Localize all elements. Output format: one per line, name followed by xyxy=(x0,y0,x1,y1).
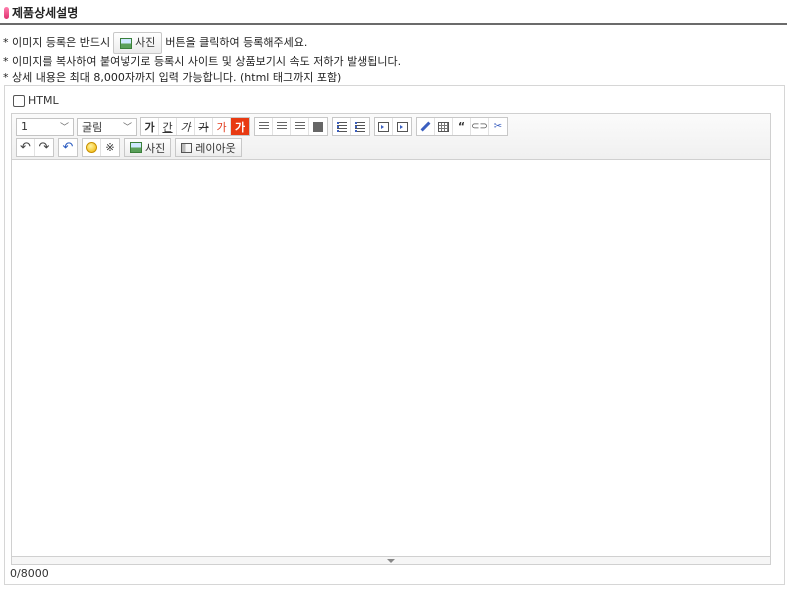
page-title: 제품상세설명 xyxy=(12,6,79,20)
chevron-down-icon: ﹀ xyxy=(59,123,69,133)
bullet-list-button[interactable] xyxy=(351,118,369,135)
align-justify-icon xyxy=(313,121,323,132)
title-divider xyxy=(0,23,787,25)
underline-button[interactable]: 간 xyxy=(159,118,177,135)
font-family-value: 굴림 xyxy=(82,120,103,134)
editor-frame: HTML 1 ﹀ 굴림 ﹀ 가 간 가 가 가 가 “ ⊂⊃ ✂ ↶ ↷ ↶ ※… xyxy=(4,85,785,585)
align-justify-button[interactable] xyxy=(309,118,327,135)
font-size-select[interactable]: 1 ﹀ xyxy=(16,117,74,136)
reset-button[interactable]: ↶ xyxy=(59,139,77,156)
notice-text-before: * 이미지 등록은 반드시 xyxy=(3,36,111,49)
symbol-group: ※ xyxy=(82,138,120,157)
link-icon: ⊂⊃ xyxy=(471,121,488,132)
indent-button[interactable] xyxy=(393,118,411,135)
layout-button-label: 레이아웃 xyxy=(195,141,236,155)
link-button[interactable]: ⊂⊃ xyxy=(471,118,489,135)
html-mode-toggle[interactable]: HTML xyxy=(13,94,59,107)
table-button[interactable] xyxy=(435,118,453,135)
section-header: 제품상세설명 xyxy=(4,4,78,21)
align-right-button[interactable] xyxy=(291,118,309,135)
unlink-button[interactable]: ✂ xyxy=(489,118,507,135)
photo-button[interactable]: 사진 xyxy=(124,138,172,157)
notice-line-3: * 상세 내용은 최대 8,000자까지 입력 가능합니다. (html 태그까… xyxy=(3,71,342,84)
character-counter: 0/8000 xyxy=(10,567,49,580)
align-center-button[interactable] xyxy=(273,118,291,135)
indent-icon xyxy=(396,121,408,132)
pen-icon xyxy=(420,121,431,132)
align-right-icon xyxy=(294,122,305,131)
html-checkbox[interactable] xyxy=(13,94,25,107)
emoticon-icon xyxy=(86,142,97,153)
notice-line-2: * 이미지를 복사하여 붙여넣기로 등록시 사이트 및 상품보기시 속도 저하가… xyxy=(3,55,402,68)
align-center-icon xyxy=(276,122,287,131)
bold-button[interactable]: 가 xyxy=(141,118,159,135)
notice-line-1: * 이미지 등록은 반드시 사진 버튼을 클릭하여 등록해주세요. xyxy=(3,32,401,54)
list-group xyxy=(332,117,370,136)
redo-button[interactable]: ↷ xyxy=(35,139,53,156)
redo-icon: ↷ xyxy=(38,140,50,155)
align-group xyxy=(254,117,328,136)
reset-icon: ↶ xyxy=(62,140,74,155)
strikethrough-button[interactable]: 가 xyxy=(195,118,213,135)
emoticon-button[interactable] xyxy=(83,139,101,156)
layout-icon xyxy=(181,142,193,153)
indent-group xyxy=(374,117,412,136)
notice-photo-label: 사진 xyxy=(135,36,156,49)
italic-button[interactable]: 가 xyxy=(177,118,195,135)
undo-button[interactable]: ↶ xyxy=(17,139,35,156)
toolbar-row-2: ↶ ↷ ↶ ※ 사진 레이아웃 xyxy=(16,138,246,157)
table-icon xyxy=(438,121,449,132)
chevron-down-icon: ﹀ xyxy=(122,123,132,133)
ordered-list-icon xyxy=(336,121,347,132)
unlink-icon: ✂ xyxy=(493,121,503,132)
editor-resize-handle[interactable] xyxy=(11,556,771,565)
ordered-list-button[interactable] xyxy=(333,118,351,135)
html-label: HTML xyxy=(28,94,59,107)
photo-button-label: 사진 xyxy=(145,141,166,155)
font-family-select[interactable]: 굴림 ﹀ xyxy=(77,117,137,136)
layout-button[interactable]: 레이아웃 xyxy=(175,138,242,157)
align-left-button[interactable] xyxy=(255,118,273,135)
outdent-icon xyxy=(378,121,389,132)
insert-group: “ ⊂⊃ ✂ xyxy=(416,117,508,136)
outdent-button[interactable] xyxy=(375,118,393,135)
font-color-button[interactable]: 가 xyxy=(213,118,231,135)
bullet-list-icon xyxy=(355,121,365,132)
highlight-button[interactable] xyxy=(417,118,435,135)
quote-button[interactable]: “ xyxy=(453,118,471,135)
toolbar-row-1: 1 ﹀ 굴림 ﹀ 가 간 가 가 가 가 “ ⊂⊃ ✂ xyxy=(16,117,512,136)
special-char-button[interactable]: ※ xyxy=(101,139,119,156)
notice-text-after: 버튼을 클릭하여 등록해주세요. xyxy=(165,36,308,49)
picture-icon xyxy=(130,142,142,153)
title-marker-icon xyxy=(4,6,9,19)
notice-photo-button: 사진 xyxy=(113,32,163,54)
picture-icon xyxy=(120,37,133,49)
text-style-group: 가 간 가 가 가 가 xyxy=(140,117,250,136)
reset-group: ↶ xyxy=(58,138,78,157)
undo-icon: ↶ xyxy=(20,140,31,155)
history-group: ↶ ↷ xyxy=(16,138,54,157)
editor-content-area[interactable] xyxy=(11,159,771,557)
background-color-button[interactable]: 가 xyxy=(231,118,249,135)
align-left-icon xyxy=(258,122,269,131)
font-size-value: 1 xyxy=(21,120,28,133)
editor-toolbar: 1 ﹀ 굴림 ﹀ 가 간 가 가 가 가 “ ⊂⊃ ✂ ↶ ↷ ↶ ※ 사진 레… xyxy=(11,113,771,159)
resize-arrow-icon xyxy=(387,558,395,563)
notice-list: * 이미지 등록은 반드시 사진 버튼을 클릭하여 등록해주세요. * 이미지를… xyxy=(3,32,401,86)
